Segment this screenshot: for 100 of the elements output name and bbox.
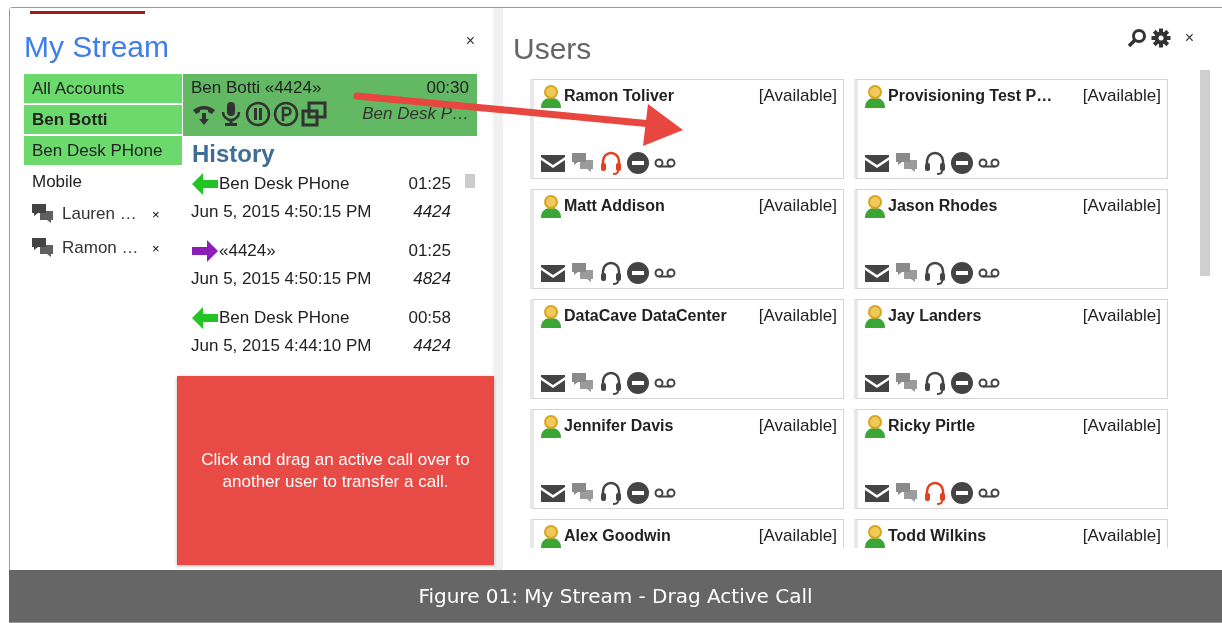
user-card[interactable]: Jennifer Davis [Available] [530, 409, 844, 509]
account-item[interactable]: Ben Desk PHone [24, 136, 182, 165]
user-name: DataCave DataCenter [564, 307, 727, 325]
history-name: «4424» [219, 241, 276, 261]
voicemail-icon[interactable] [978, 377, 1000, 389]
user-card[interactable]: Provisioning Test P… [Available] [854, 79, 1168, 179]
history-name: Ben Desk PHone [219, 174, 350, 194]
account-item[interactable]: All Accounts [24, 74, 182, 103]
history-duration: 00:58 [408, 308, 451, 328]
user-status: [Available] [758, 416, 837, 436]
user-card[interactable]: DataCave DataCenter [Available] [530, 299, 844, 399]
mail-icon[interactable] [540, 153, 566, 173]
user-status: [Available] [758, 306, 837, 326]
do-not-disturb-icon[interactable] [950, 261, 974, 285]
user-avatar-icon [540, 84, 562, 108]
close-button[interactable]: × [461, 32, 479, 50]
mail-icon[interactable] [864, 153, 890, 173]
user-status: [Available] [1082, 416, 1161, 436]
right-arrow-icon [191, 239, 219, 263]
headset-icon[interactable] [924, 480, 946, 506]
user-status: [Available] [1082, 196, 1161, 216]
voicemail-icon[interactable] [978, 157, 1000, 169]
user-status: [Available] [758, 196, 837, 216]
left-arrow-icon [191, 172, 219, 196]
microphone-icon[interactable] [219, 101, 243, 127]
headset-icon[interactable] [924, 370, 946, 396]
user-card[interactable]: Jay Landers [Available] [854, 299, 1168, 399]
panel-title: Users [513, 31, 592, 67]
history-time: Jun 5, 2015 4:44:10 PM [191, 336, 372, 356]
history-extension: 4424 [413, 336, 451, 356]
chat-name[interactable]: Ramon … [62, 238, 146, 258]
mail-icon[interactable] [864, 483, 890, 503]
user-status: [Available] [758, 86, 837, 106]
search-icon[interactable] [1126, 28, 1147, 48]
user-avatar-icon [864, 304, 886, 328]
headset-icon[interactable] [600, 150, 622, 176]
history-name: Ben Desk PHone [219, 308, 350, 328]
history-duration: 01:25 [408, 174, 451, 194]
user-name: Jason Rhodes [888, 197, 998, 215]
conference-icon[interactable] [301, 101, 327, 127]
voicemail-icon[interactable] [654, 487, 676, 499]
do-not-disturb-icon[interactable] [950, 371, 974, 395]
close-button[interactable]: × [152, 206, 160, 222]
voicemail-icon[interactable] [654, 377, 676, 389]
headset-icon[interactable] [600, 260, 622, 286]
history-time: Jun 5, 2015 4:50:15 PM [191, 269, 372, 289]
voicemail-icon[interactable] [978, 487, 1000, 499]
panel-title: My Stream [24, 29, 170, 65]
do-not-disturb-icon[interactable] [950, 481, 974, 505]
chat-name[interactable]: Lauren … [62, 204, 146, 224]
user-name: Matt Addison [564, 197, 665, 215]
user-card[interactable]: Ricky Pirtle [Available] [854, 409, 1168, 509]
history-time: Jun 5, 2015 4:50:15 PM [191, 202, 372, 222]
history-extension: 4824 [413, 269, 451, 289]
mail-icon[interactable] [864, 263, 890, 283]
user-avatar-icon [540, 524, 562, 548]
caller-name: Ben Botti «4424» [191, 78, 322, 98]
do-not-disturb-icon[interactable] [626, 151, 650, 175]
user-name: Ramon Toliver [564, 87, 674, 105]
close-button[interactable]: × [152, 240, 160, 256]
scrollbar[interactable] [1200, 70, 1210, 276]
voicemail-icon[interactable] [978, 267, 1000, 279]
do-not-disturb-icon[interactable] [626, 371, 650, 395]
user-avatar-icon [864, 194, 886, 218]
mail-icon[interactable] [540, 483, 566, 503]
pause-icon[interactable] [245, 101, 271, 127]
scrollbar[interactable] [465, 174, 475, 188]
user-avatar-icon [864, 524, 886, 548]
history-duration: 01:25 [408, 241, 451, 261]
chat-icon[interactable] [30, 202, 56, 226]
user-avatar-icon [864, 84, 886, 108]
headset-icon[interactable] [600, 370, 622, 396]
user-avatar-icon [540, 194, 562, 218]
callout-note: Click and drag an active call over to another user to transfer a call. [177, 376, 494, 565]
chat-icon[interactable] [30, 236, 56, 260]
left-arrow-icon [191, 306, 219, 330]
call-duration: 00:30 [426, 78, 469, 98]
headset-icon[interactable] [924, 260, 946, 286]
mail-icon[interactable] [864, 373, 890, 393]
account-item[interactable]: Ben Botti [24, 105, 182, 134]
user-name: Jennifer Davis [564, 417, 674, 435]
user-card[interactable]: Jason Rhodes [Available] [854, 189, 1168, 289]
user-status: [Available] [1082, 306, 1161, 326]
user-avatar-icon [864, 414, 886, 438]
voicemail-icon[interactable] [654, 157, 676, 169]
do-not-disturb-icon[interactable] [950, 151, 974, 175]
headset-icon[interactable] [600, 480, 622, 506]
park-icon[interactable] [273, 101, 299, 127]
close-button[interactable]: × [1180, 29, 1198, 47]
user-card[interactable]: Matt Addison [Available] [530, 189, 844, 289]
settings-icon[interactable] [1150, 28, 1171, 48]
headset-icon[interactable] [924, 150, 946, 176]
user-status: [Available] [758, 526, 837, 546]
mail-icon[interactable] [540, 373, 566, 393]
do-not-disturb-icon[interactable] [626, 481, 650, 505]
voicemail-icon[interactable] [654, 267, 676, 279]
account-item[interactable]: Mobile [24, 167, 182, 196]
do-not-disturb-icon[interactable] [626, 261, 650, 285]
mail-icon[interactable] [540, 263, 566, 283]
user-status: [Available] [1082, 526, 1161, 546]
